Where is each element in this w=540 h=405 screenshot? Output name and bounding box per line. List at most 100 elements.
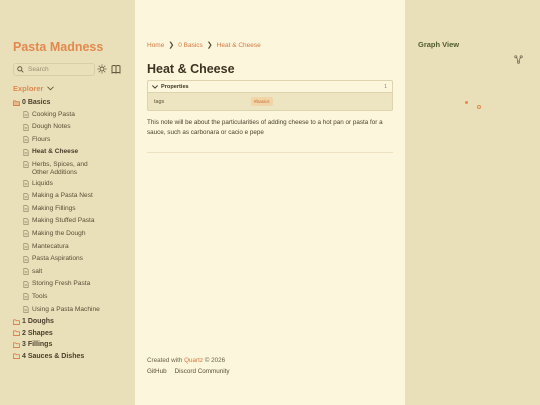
explorer-item-label: Herbs, Spices, and Other Additions <box>32 160 88 177</box>
file-icon <box>23 268 32 279</box>
breadcrumb-folder[interactable]: 0 Basics <box>178 42 203 49</box>
search-placeholder: Search <box>28 66 49 73</box>
sun-icon[interactable] <box>97 64 107 74</box>
graph-title: Graph View <box>418 40 460 49</box>
folder-icon <box>13 353 22 363</box>
explorer-file[interactable]: Tools <box>13 293 133 304</box>
explorer-item-label: Liquids <box>32 179 53 187</box>
properties-count: 1 <box>384 84 387 90</box>
explorer-item-label: 1 Doughs <box>22 318 54 326</box>
explorer-file[interactable]: Making a Pasta Nest <box>13 192 133 203</box>
breadcrumb-home[interactable]: Home <box>147 42 164 49</box>
discord-link[interactable]: Discord Community <box>175 368 230 375</box>
explorer-file[interactable]: Liquids <box>13 180 133 191</box>
quartz-link[interactable]: Quartz <box>184 357 203 364</box>
site-title[interactable]: Pasta Madness <box>13 40 103 54</box>
breadcrumb: Home ❯ 0 Basics ❯ Heat & Cheese <box>147 41 261 50</box>
explorer-tree: 0 Basics Cooking Pasta Dough Notes Flours He… <box>13 99 133 364</box>
search-icon <box>17 66 24 73</box>
file-icon <box>23 123 32 135</box>
explorer-item-label: 4 Sauces & Dishes <box>22 352 85 360</box>
graph-node-current[interactable] <box>477 105 481 109</box>
search-input[interactable]: Search <box>13 63 95 76</box>
file-icon <box>23 306 32 317</box>
explorer-file[interactable]: Making Stuffed Pasta <box>13 217 133 228</box>
explorer-label: Explorer <box>13 84 44 93</box>
github-link[interactable]: GitHub <box>147 368 167 375</box>
breadcrumb-separator-icon: ❯ <box>206 42 213 49</box>
divider <box>147 152 393 153</box>
left-sidebar: Pasta Madness Search Explorer 0 Basics Co… <box>0 0 135 405</box>
explorer-file[interactable]: Flours <box>13 136 133 147</box>
explorer-item-label: Making the Dough <box>32 229 86 237</box>
file-icon <box>23 280 32 292</box>
folder-icon <box>13 342 22 352</box>
explorer-item-label: Heat & Cheese <box>32 148 79 156</box>
page-title: Heat & Cheese <box>147 62 235 76</box>
explorer-item-label: Storing Fresh Pasta <box>32 280 91 288</box>
explorer-item-label: Tools <box>32 292 48 300</box>
folder-icon <box>13 330 22 340</box>
explorer-item-label: Making Stuffed Pasta <box>32 217 95 225</box>
file-icon <box>23 192 32 204</box>
right-sidebar: Graph View <box>405 0 540 405</box>
explorer-item-label: Making a Pasta Nest <box>32 192 93 200</box>
explorer-file[interactable]: Using a Pasta Machine <box>13 306 133 317</box>
explorer-file[interactable]: Pasta Aspirations <box>13 255 133 266</box>
global-graph-icon[interactable] <box>514 55 523 64</box>
note-body: This note will be about the particularit… <box>147 119 383 136</box>
file-icon <box>23 180 32 191</box>
property-row: tags #basics <box>148 93 392 110</box>
explorer-file[interactable]: Herbs, Spices, and Other Additions <box>13 161 133 178</box>
reader-mode-icon[interactable] <box>111 64 121 74</box>
explorer-file[interactable]: Making the Dough <box>13 230 133 241</box>
explorer-file[interactable]: Storing Fresh Pasta <box>13 280 133 291</box>
explorer-file[interactable]: Mantecatura <box>13 243 133 254</box>
explorer-item-label: Using a Pasta Machine <box>32 305 100 313</box>
chevron-down-icon <box>47 86 55 91</box>
file-icon <box>23 230 32 241</box>
folder-icon <box>13 319 22 329</box>
properties-label: Properties <box>161 83 189 90</box>
explorer-file[interactable]: Cooking Pasta <box>13 111 133 122</box>
explorer-item-label: 2 Shapes <box>22 329 53 337</box>
explorer-folder[interactable]: 2 Shapes <box>13 330 133 340</box>
file-icon <box>23 161 32 172</box>
chevron-down-icon <box>152 84 158 89</box>
file-icon <box>23 293 32 304</box>
property-key: tags <box>154 98 165 105</box>
explorer-folder[interactable]: 1 Doughs <box>13 318 133 328</box>
properties-panel: Properties 1 tags #basics <box>147 80 393 111</box>
graph-node[interactable] <box>465 101 468 104</box>
breadcrumb-current[interactable]: Heat & Cheese <box>217 42 261 49</box>
file-icon <box>23 243 32 254</box>
explorer-item-label: 3 Fillings <box>22 341 53 349</box>
file-icon <box>23 136 32 147</box>
explorer-item-label: 0 Basics <box>22 99 51 106</box>
breadcrumb-separator-icon: ❯ <box>168 42 175 49</box>
properties-toggle[interactable]: Properties 1 <box>148 81 392 93</box>
file-icon <box>23 111 32 122</box>
explorer-folder[interactable]: 3 Fillings <box>13 341 133 351</box>
file-icon <box>23 217 32 229</box>
explorer-file[interactable]: salt <box>13 268 133 279</box>
explorer-file[interactable]: Dough Notes <box>13 123 133 134</box>
explorer-file[interactable]: Making Fillings <box>13 205 133 216</box>
explorer-file[interactable]: Heat & Cheese <box>13 148 133 159</box>
footer-copyright: © 2026 <box>204 357 226 364</box>
explorer-toggle[interactable]: Explorer <box>13 84 55 93</box>
file-icon <box>23 255 32 267</box>
tag-pill[interactable]: #basics <box>251 97 273 106</box>
explorer-folder[interactable]: 0 Basics <box>13 99 133 109</box>
explorer-folder[interactable]: 4 Sauces & Dishes <box>13 353 133 363</box>
main-content: Home ❯ 0 Basics ❯ Heat & Cheese Heat & C… <box>135 0 405 405</box>
explorer-item-label: Flours <box>32 135 51 143</box>
explorer-item-label: Making Fillings <box>32 204 76 212</box>
file-icon <box>23 149 32 160</box>
footer-links: GitHub Discord Community <box>147 368 230 375</box>
explorer-item-label: Pasta Aspirations <box>32 255 83 263</box>
file-icon <box>23 205 32 216</box>
explorer-item-label: Mantecatura <box>32 242 69 250</box>
footer-credit: Created with Quartz © 2026 <box>147 357 225 364</box>
explorer-item-label: Dough Notes <box>32 123 71 131</box>
